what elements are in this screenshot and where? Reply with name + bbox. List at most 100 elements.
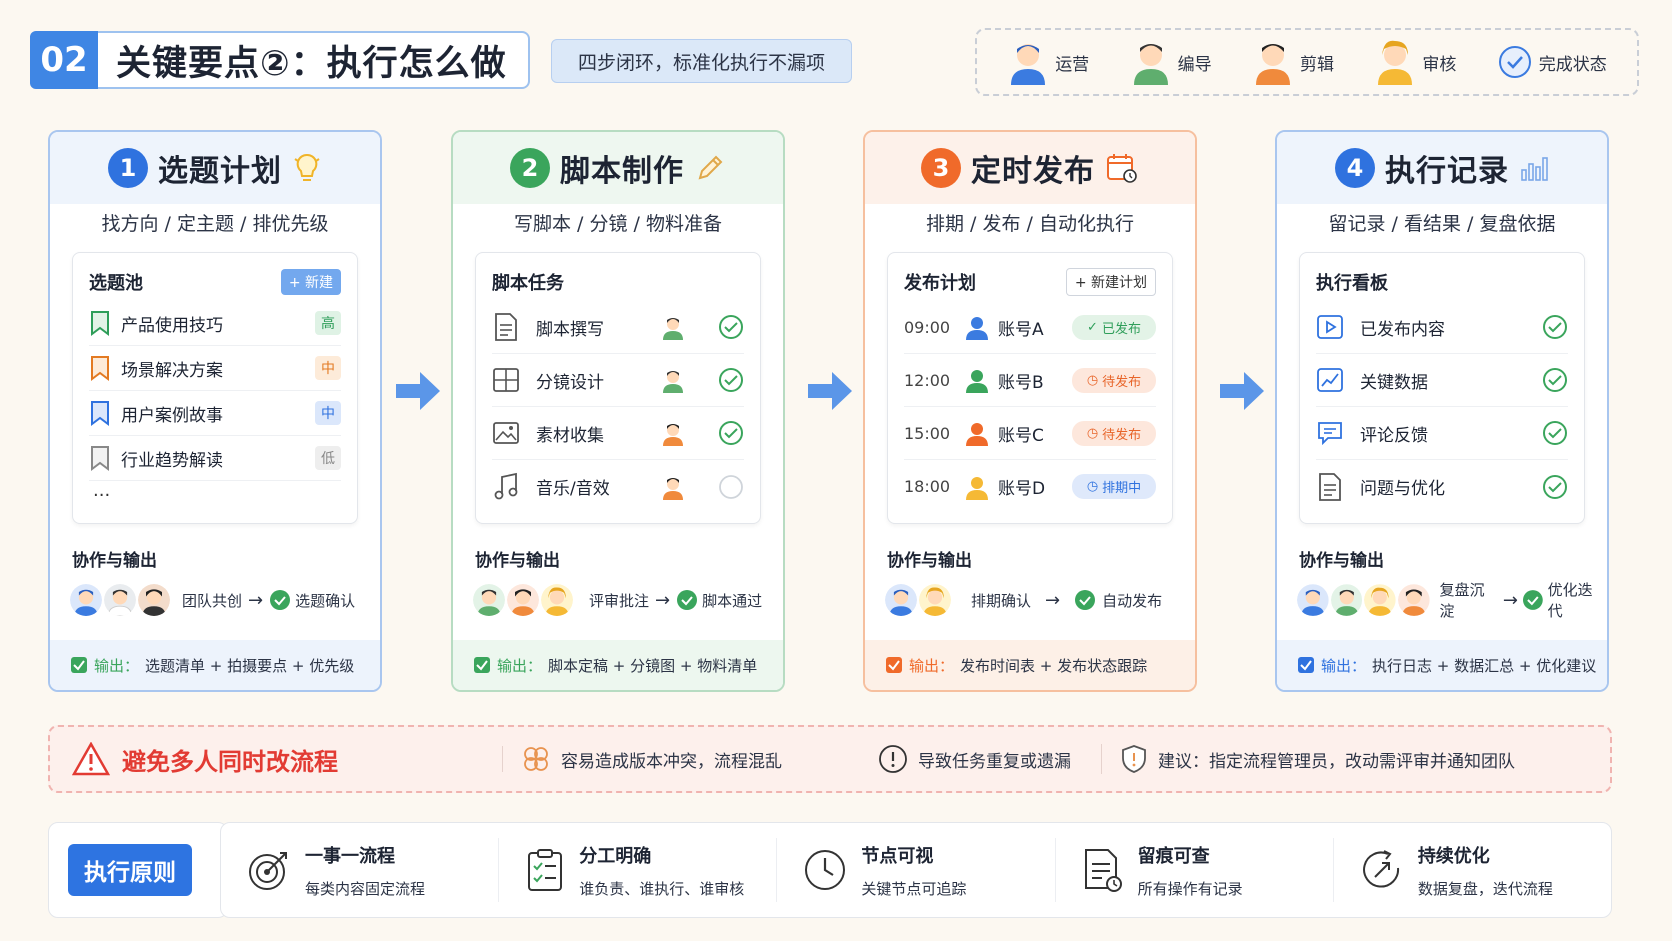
record-row[interactable]: 已发布内容	[1316, 301, 1568, 354]
legend-reviewer: 审核	[1374, 39, 1456, 85]
check-circle-icon	[1543, 315, 1567, 339]
section-number: 02	[30, 31, 98, 89]
step-4-collab-title: 协作与输出	[1299, 551, 1384, 571]
publish-plan-panel: 发布计划 + 新建计划 09:00 账号A ✓ 已发布 12:00 账号B ◷ 待发布…	[887, 252, 1173, 524]
music-note-icon	[494, 472, 518, 499]
schedule-row[interactable]: 15:00 账号C ◷ 待发布	[904, 407, 1156, 460]
comment-icon	[1318, 422, 1342, 446]
step-1-subtitle: 找方向 / 定主题 / 排优先级	[101, 213, 329, 235]
step-4-title: 执行记录	[1385, 154, 1509, 189]
clock-icon	[805, 850, 846, 890]
collab-step-a: 团队共创	[182, 591, 243, 610]
document-icon	[495, 313, 517, 341]
principle-item: 持续优化 数据复盘，迭代流程	[1334, 838, 1611, 902]
check-circle-icon	[719, 421, 743, 445]
step-card-1: 1 选题计划 找方向 / 定主题 / 排优先级 选题池 + 新建 产品使用技巧 高…	[48, 130, 382, 692]
clock-icon: ◷	[1086, 425, 1099, 441]
account-avatar-icon	[966, 476, 988, 500]
new-topic-button[interactable]: + 新建	[280, 269, 341, 295]
check-circle-icon	[719, 315, 743, 339]
schedule-row[interactable]: 12:00 账号B ◷ 待发布	[904, 354, 1156, 407]
warning-bar: 避免多人同时改流程 容易造成版本冲突，流程混乱 导致任务重复或遗漏 建议：指定流…	[48, 725, 1612, 793]
task-row[interactable]: 素材收集	[492, 407, 744, 460]
collab-step-a: 复盘沉淀	[1439, 581, 1485, 620]
flow-arrow-icon: →	[1502, 589, 1518, 611]
step-2-collab: 评审批注 → 脚本通过	[471, 579, 783, 621]
bar-chart-icon	[1521, 157, 1548, 181]
step-2-subtitle: 写脚本 / 分镜 / 物料准备	[514, 213, 722, 235]
collab-step-a: 评审批注	[589, 591, 650, 610]
task-row[interactable]: 脚本撰写	[492, 301, 744, 354]
editor-avatar-icon	[505, 582, 541, 618]
step-2-collab-title: 协作与输出	[475, 551, 560, 571]
step-4-subtitle: 留记录 / 看结果 / 复盘依据	[1328, 213, 1556, 235]
shield-icon	[1122, 745, 1146, 773]
bookmark-icon	[91, 401, 109, 426]
collab-step-b: 自动发布	[1102, 591, 1163, 610]
principle-item: 一事一流程 每类内容固定流程	[221, 838, 500, 902]
warning-item: 容易造成版本冲突，流程混乱	[502, 746, 800, 772]
operator-avatar-icon	[1011, 44, 1046, 85]
warning-title: 避免多人同时改流程	[122, 747, 338, 776]
record-row[interactable]: 问题与优化	[1316, 460, 1568, 513]
clock-icon: ◷	[1086, 479, 1099, 494]
legend-director: 编导	[1130, 39, 1212, 85]
schedule-row[interactable]: 18:00 账号D ◷ 排期中	[904, 460, 1156, 513]
step-card-4: 4 执行记录 留记录 / 看结果 / 复盘依据 执行看板 已发布内容 关键数据 …	[1275, 130, 1609, 692]
topic-row[interactable]: 场景解决方案 中	[89, 346, 341, 391]
director-avatar-icon	[102, 582, 138, 618]
account-avatar-icon	[966, 423, 988, 446]
step-4-output: 输出： 执行日志 + 数据汇总 + 优化建议	[1277, 640, 1607, 690]
step-2-output: 输出： 脚本定稿 + 分镜图 + 物料清单	[453, 640, 783, 690]
check-circle-icon	[1522, 590, 1543, 610]
storyboard-icon	[493, 368, 519, 392]
editor-avatar-icon	[1255, 44, 1290, 85]
topic-row[interactable]: 用户案例故事 中	[89, 391, 341, 436]
image-icon	[493, 422, 519, 444]
topic-row[interactable]: 产品使用技巧 高	[89, 301, 341, 346]
warning-triangle-icon	[72, 742, 110, 776]
step-4-header: 4 执行记录	[1277, 132, 1607, 204]
director-avatar-icon	[663, 318, 683, 340]
conflict-icon	[524, 747, 548, 771]
execution-board-panel: 执行看板 已发布内容 关键数据 评论反馈 问题与优化	[1299, 252, 1585, 524]
priority-badge: 中	[315, 356, 341, 380]
check-circle-icon	[677, 590, 698, 610]
priority-badge: 高	[315, 311, 341, 335]
director-avatar-icon	[663, 371, 683, 393]
step-3-title: 定时发布	[971, 154, 1095, 189]
principles-panel: 一事一流程 每类内容固定流程 分工明确 谁负责、谁执行、谁审核 节点可视 关键节点可追…	[220, 822, 1612, 918]
bookmark-icon	[91, 446, 109, 471]
step-card-2: 2 脚本制作 写脚本 / 分镜 / 物料准备 脚本任务 脚本撰写 分镜设计 素材…	[451, 130, 785, 692]
check-circle-icon	[719, 368, 743, 392]
play-video-icon	[1317, 315, 1343, 339]
editor-avatar-icon	[1395, 582, 1432, 618]
checkbox-icon	[474, 657, 490, 673]
principles-label: 执行原则	[68, 844, 192, 896]
pencil-icon	[698, 155, 723, 180]
status-badge: ◷ 待发布	[1072, 367, 1156, 393]
flow-arrow-icon: →	[1045, 589, 1061, 611]
editor-avatar-icon	[663, 424, 683, 446]
task-row[interactable]: 分镜设计	[492, 354, 744, 407]
topic-row[interactable]: 行业趋势解读 低	[89, 436, 341, 481]
reviewer-avatar-icon	[539, 582, 575, 618]
step-1-title: 选题计划	[158, 154, 282, 189]
principle-item: 分工明确 谁负责、谁执行、谁审核	[499, 838, 778, 902]
collab-step-b: 脚本通过	[702, 591, 763, 610]
account-avatar-icon	[966, 370, 988, 393]
status-badge: ✓ 已发布	[1072, 314, 1156, 340]
check-circle-icon	[1543, 474, 1567, 499]
lightbulb-icon	[294, 153, 320, 181]
editor-avatar-icon	[136, 582, 172, 618]
record-row[interactable]: 评论反馈	[1316, 407, 1568, 460]
task-row[interactable]: 音乐/音效	[492, 460, 744, 513]
script-tasks-title: 脚本任务	[492, 273, 564, 294]
role-legend: 运营 编导 剪辑 审核 完成状态	[975, 28, 1639, 96]
new-plan-button[interactable]: + 新建计划	[1065, 268, 1156, 296]
flow-arrow-icon: →	[248, 589, 264, 611]
schedule-row[interactable]: 09:00 账号A ✓ 已发布	[904, 301, 1156, 354]
record-row[interactable]: 关键数据	[1316, 354, 1568, 407]
line-chart-icon	[1317, 368, 1343, 392]
step-1-collab-title: 协作与输出	[72, 551, 157, 571]
